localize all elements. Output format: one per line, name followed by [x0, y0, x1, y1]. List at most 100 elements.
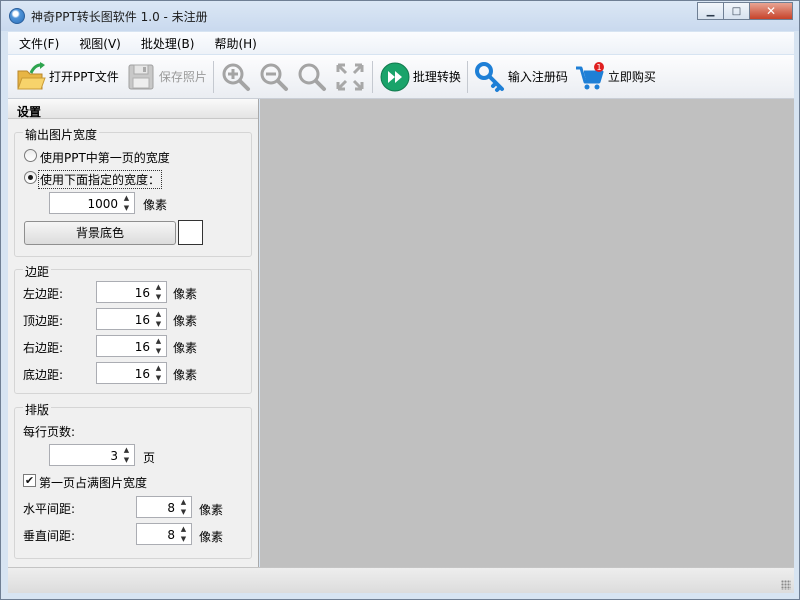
spin-down-icon: ▼ [155, 320, 162, 328]
right-margin-label: 右边距: [23, 341, 64, 355]
toolbar-separator [371, 60, 373, 93]
save-images-button[interactable]: 保存照片 [122, 59, 210, 95]
toolbar-separator [212, 60, 214, 93]
margins-group: 边距 左边距: 16 ▲ ▼ 像素 顶边距: 16 ▲ ▼ 像素 右边距: 16 ▲… [14, 263, 252, 394]
enter-code-label: 输入注册码 [507, 70, 568, 84]
radio-first-page-width[interactable] [24, 149, 37, 162]
zoom-out-icon [258, 61, 290, 93]
spin-up-icon: ▲ [123, 194, 130, 202]
enter-code-button[interactable]: 输入注册码 [471, 59, 571, 95]
top-margin-unit: 像素 [173, 314, 198, 328]
menu-batch[interactable]: 批处理(B) [130, 35, 204, 52]
left-margin-spinner[interactable]: 16 ▲ ▼ [96, 281, 167, 303]
window-controls: ▁ □ ✕ [697, 2, 793, 22]
h-gap-value: 8 [167, 501, 175, 515]
open-folder-icon [15, 61, 47, 93]
spin-up-icon: ▲ [155, 364, 162, 372]
spinner-arrows[interactable]: ▲ ▼ [120, 194, 133, 212]
spin-down-icon: ▼ [155, 374, 162, 382]
zoom-actual-button[interactable] [293, 59, 331, 95]
key-icon [474, 61, 506, 93]
buy-now-button[interactable]: 1 立即购买 [571, 59, 659, 95]
app-window: 神奇PPT转长图软件 1.0 - 未注册 ▁ □ ✕ 文件(F) 视图(V) 批… [0, 0, 800, 600]
v-gap-label: 垂直间距: [23, 529, 76, 543]
layout-group: 排版 每行页数: 3 ▲ ▼ 页 ✔ 第一页占满图片宽度 水平间距: 8 ▲ ▼ 像… [14, 401, 252, 559]
top-margin-spinner[interactable]: 16 ▲ ▼ [96, 308, 167, 330]
minimize-button[interactable]: ▁ [697, 2, 723, 20]
spin-up-icon: ▲ [155, 310, 162, 318]
output-width-title: 输出图片宽度 [23, 126, 100, 143]
spinner-arrows[interactable]: ▲ ▼ [120, 446, 133, 464]
preview-canvas[interactable] [260, 99, 794, 567]
spin-down-icon: ▼ [155, 293, 162, 301]
right-margin-unit: 像素 [173, 341, 198, 355]
minimize-icon: ▁ [706, 5, 715, 17]
first-page-full-label[interactable]: 第一页占满图片宽度 [39, 474, 147, 491]
batch-convert-button[interactable]: 批理转换 [376, 59, 464, 95]
zoom-out-button[interactable] [255, 59, 293, 95]
spinner-arrows[interactable]: ▲ ▼ [152, 364, 165, 382]
top-margin-label: 顶边距: [23, 314, 64, 328]
bg-color-button[interactable]: 背景底色 [24, 221, 176, 245]
zoom-in-button[interactable] [217, 59, 255, 95]
menu-bar: 文件(F) 视图(V) 批处理(B) 帮助(H) [8, 32, 794, 54]
close-button[interactable]: ✕ [749, 2, 793, 20]
menu-help[interactable]: 帮助(H) [203, 35, 265, 52]
h-gap-spinner[interactable]: 8 ▲ ▼ [136, 496, 192, 518]
spin-up-icon: ▲ [155, 337, 162, 345]
spinner-arrows[interactable]: ▲ ▼ [152, 310, 165, 328]
spinner-arrows[interactable]: ▲ ▼ [152, 283, 165, 301]
bottom-margin-label: 底边距: [23, 368, 64, 382]
pages-unit: 页 [143, 451, 156, 465]
label-first-page-width[interactable]: 使用PPT中第一页的宽度 [40, 149, 170, 166]
label-custom-width[interactable]: 使用下面指定的宽度： [37, 170, 163, 189]
floppy-disk-icon [125, 61, 157, 93]
pages-per-row-spinner[interactable]: 3 ▲ ▼ [49, 444, 135, 466]
toolbar-separator [466, 60, 468, 93]
resize-grip-icon[interactable] [781, 580, 791, 590]
zoom-in-icon [220, 61, 252, 93]
width-unit: 像素 [143, 198, 168, 212]
bg-color-swatch[interactable] [178, 220, 203, 245]
settings-panel: 设置 输出图片宽度 使用PPT中第一页的宽度 使用下面指定的宽度： 1000 ▲… [8, 99, 259, 567]
margins-title: 边距 [23, 263, 52, 280]
check-mark-icon: ✔ [24, 474, 35, 487]
open-ppt-label: 打开PPT文件 [49, 70, 119, 84]
spin-down-icon: ▼ [180, 508, 187, 516]
first-page-full-checkbox[interactable]: ✔ [23, 474, 36, 487]
pages-per-row-label: 每行页数: [23, 425, 76, 439]
bottom-margin-unit: 像素 [173, 368, 198, 382]
menu-file[interactable]: 文件(F) [8, 35, 68, 52]
v-gap-unit: 像素 [199, 530, 224, 544]
spin-up-icon: ▲ [123, 446, 130, 454]
maximize-button[interactable]: □ [723, 2, 749, 20]
bottom-margin-spinner[interactable]: 16 ▲ ▼ [96, 362, 167, 384]
width-value: 1000 [87, 197, 118, 211]
spinner-arrows[interactable]: ▲ ▼ [177, 498, 190, 516]
layout-title: 排版 [23, 401, 52, 418]
left-margin-value: 16 [134, 286, 150, 300]
maximize-icon: □ [731, 5, 742, 17]
spin-down-icon: ▼ [155, 347, 162, 355]
right-margin-value: 16 [134, 340, 150, 354]
spinner-arrows[interactable]: ▲ ▼ [177, 525, 190, 543]
fast-forward-icon [379, 61, 411, 93]
menu-view[interactable]: 视图(V) [68, 35, 130, 52]
radio-custom-width[interactable] [24, 171, 37, 184]
v-gap-value: 8 [167, 528, 175, 542]
v-gap-spinner[interactable]: 8 ▲ ▼ [136, 523, 192, 545]
spin-down-icon: ▼ [123, 456, 130, 464]
right-margin-spinner[interactable]: 16 ▲ ▼ [96, 335, 167, 357]
pages-per-row-value: 3 [110, 449, 118, 463]
left-margin-unit: 像素 [173, 287, 198, 301]
spin-up-icon: ▲ [180, 525, 187, 533]
left-margin-label: 左边距: [23, 287, 64, 301]
open-ppt-button[interactable]: 打开PPT文件 [12, 59, 122, 95]
app-logo-icon [9, 8, 25, 24]
width-spinner[interactable]: 1000 ▲ ▼ [49, 192, 135, 214]
fit-screen-button[interactable] [331, 59, 369, 95]
bottom-margin-value: 16 [134, 367, 150, 381]
spinner-arrows[interactable]: ▲ ▼ [152, 337, 165, 355]
title-bar[interactable]: 神奇PPT转长图软件 1.0 - 未注册 ▁ □ ✕ [1, 1, 799, 31]
h-gap-label: 水平间距: [23, 502, 76, 516]
